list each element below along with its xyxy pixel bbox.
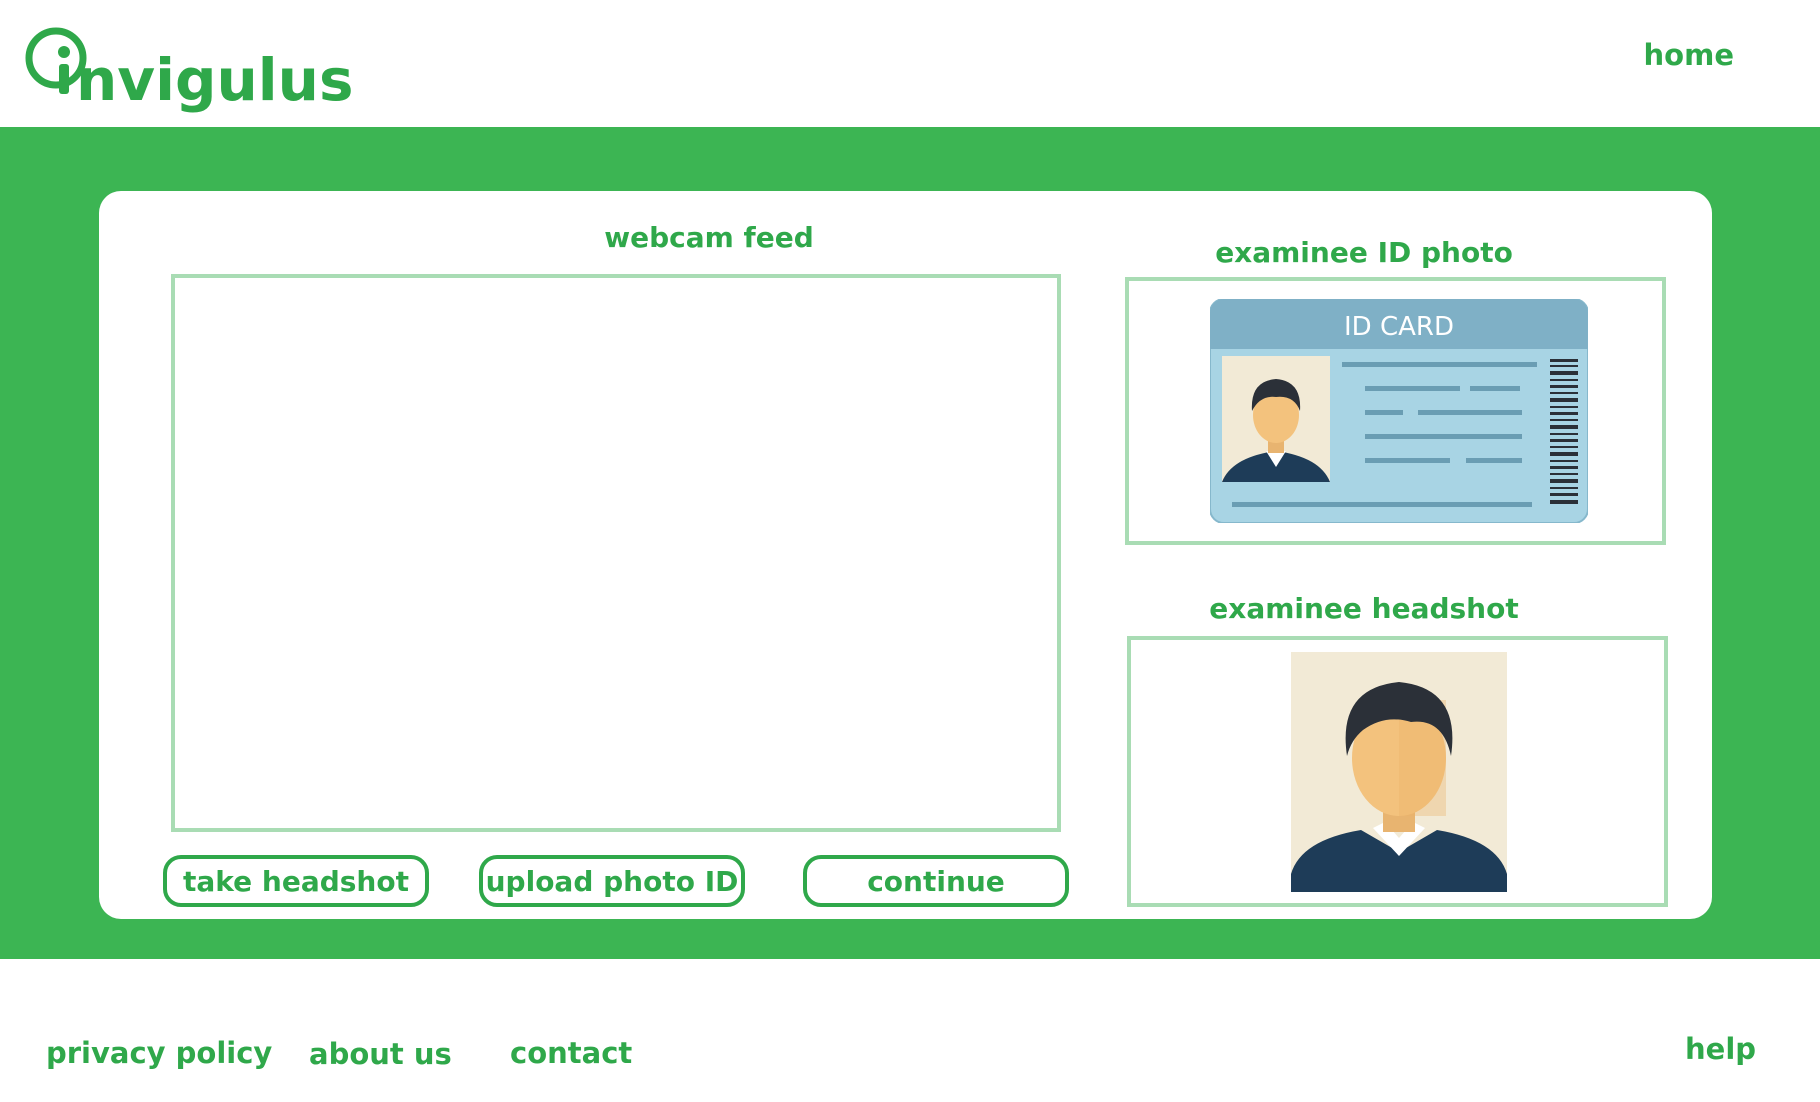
webcam-feed-frame <box>171 274 1061 832</box>
verification-card: webcam feed examinee ID photo ID CARD ex… <box>99 191 1712 919</box>
footer-privacy-link[interactable]: privacy policy <box>46 1036 272 1070</box>
invigulus-logo[interactable]: nvigulus <box>24 24 369 116</box>
id-card-label: ID CARD <box>1344 312 1454 342</box>
id-card-icon: ID CARD <box>1210 299 1588 523</box>
upload-photo-id-button[interactable]: upload photo ID <box>479 855 745 907</box>
nav-home-link[interactable]: home <box>1644 38 1734 72</box>
headshot-frame <box>1127 636 1668 907</box>
headshot-portrait-icon <box>1291 652 1507 892</box>
footer-about-link[interactable]: about us <box>309 1037 452 1071</box>
id-photo-frame: ID CARD <box>1125 277 1666 545</box>
footer-help-link[interactable]: help <box>1685 1032 1756 1066</box>
take-headshot-button[interactable]: take headshot <box>163 855 429 907</box>
webcam-feed-title: webcam feed <box>604 221 814 254</box>
id-photo-title: examinee ID photo <box>1215 236 1513 269</box>
continue-button[interactable]: continue <box>803 855 1069 907</box>
svg-text:nvigulus: nvigulus <box>76 46 353 114</box>
headshot-title: examinee headshot <box>1209 592 1519 625</box>
footer-contact-link[interactable]: contact <box>510 1036 632 1070</box>
